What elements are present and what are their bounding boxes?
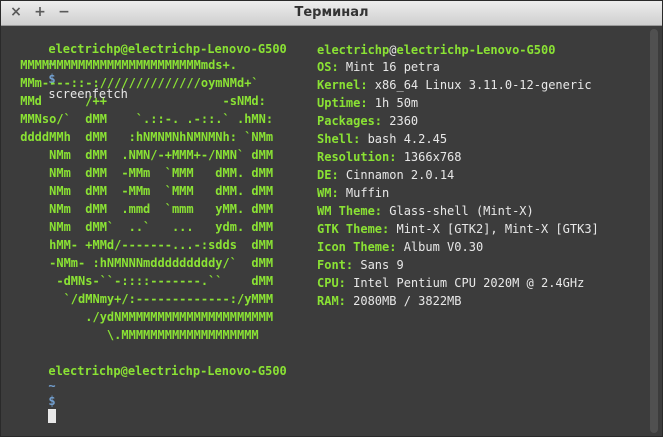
sysinfo-row-de: DE: Cinnamon 2.0.14	[317, 168, 454, 183]
sysinfo-key: WM:	[317, 186, 339, 200]
sysinfo-value: 2360	[382, 114, 419, 128]
sysinfo-row-font: Font: Sans 9	[317, 258, 404, 273]
title-bar[interactable]: × + − Терминал	[1, 1, 662, 26]
sysinfo-value: bash 4.2.45	[360, 132, 448, 146]
sysinfo-value: Mint-X [GTK2], Mint-X [GTK3]	[389, 222, 599, 236]
sysinfo-row-os: OS: Mint 16 petra	[317, 60, 440, 75]
sysinfo-value: 1366x768	[396, 150, 462, 164]
sysinfo-row-shell: Shell: bash 4.2.45	[317, 132, 447, 147]
sysinfo-value: Cinnamon 2.0.14	[338, 168, 455, 182]
prompt-user-host: electrichp@electrichp-Lenovo-G500	[48, 364, 287, 378]
sysinfo-key: WM Theme:	[317, 204, 383, 218]
terminal-output[interactable]: electrichp@electrichp-Lenovo-G500 ~ $ sc…	[5, 27, 644, 434]
sysinfo-value: 1h 50m	[367, 96, 419, 110]
sysinfo-key: Shell:	[317, 132, 361, 146]
sysinfo-key: RAM:	[317, 294, 346, 308]
ascii-art-line: ddddMMh dMM :hNMNMNhNMNMNh: `NMm	[13, 130, 274, 144]
ascii-art-line: MMd /++ -sNMd:	[13, 94, 266, 108]
sysinfo-key: Kernel:	[317, 78, 368, 92]
sysinfo-value: Album V0.30	[396, 240, 484, 254]
prompt-line: electrichp@electrichp-Lenovo-G500 ~ $	[5, 349, 287, 423]
sysinfo-key: GTK Theme:	[317, 222, 390, 236]
sysinfo-row-gtk-theme: GTK Theme: Mint-X [GTK2], Mint-X [GTK3]	[317, 222, 599, 237]
sysinfo-key: Icon Theme:	[317, 240, 397, 254]
sysinfo-key: Uptime:	[317, 96, 368, 110]
prompt-user-host: electrichp@electrichp-Lenovo-G500	[48, 42, 287, 56]
ascii-art-line: NMm dMM` ..` ... ydm. dMM	[13, 220, 274, 234]
sysinfo-row-cpu: CPU: Intel Pentium CPU 2020M @ 2.4GHz	[317, 276, 584, 291]
prompt-line: electrichp@electrichp-Lenovo-G500 ~ $ sc…	[5, 27, 286, 101]
window-title: Терминал	[294, 5, 369, 20]
sysinfo-value: x86_64 Linux 3.11.0-12-generic	[367, 78, 592, 92]
ascii-art-line: NMm dMM .mmd `mmm yMM. dMM	[13, 202, 274, 216]
sysinfo-value: 2080MB / 3822MB	[345, 294, 462, 308]
sysinfo-row-resolution: Resolution: 1366x768	[317, 150, 462, 165]
prompt-tilde: ~	[48, 379, 56, 393]
sysinfo-row-ram: RAM: 2080MB / 3822MB	[317, 294, 462, 309]
sysinfo-key: Resolution:	[317, 150, 397, 164]
terminal-window: × + − Терминал electrichp@electrichp-Len…	[0, 0, 663, 437]
sysinfo-row-icon-theme: Icon Theme: Album V0.30	[317, 240, 483, 255]
sysinfo-row-wm: WM: Muffin	[317, 186, 389, 201]
sysinfo-row-wm-theme: WM Theme: Glass-shell (Mint-X)	[317, 204, 534, 219]
sysinfo-user: electrichp	[317, 43, 390, 57]
sysinfo-row-uptime: Uptime: 1h 50m	[317, 96, 418, 111]
sysinfo-key: Packages:	[317, 114, 383, 128]
sysinfo-key: CPU:	[317, 276, 346, 290]
vertical-scrollbar[interactable]	[647, 27, 661, 435]
text-cursor[interactable]	[48, 409, 57, 423]
ascii-art-line: MMm----::-://////////////oymNMd+`	[13, 76, 259, 90]
sysinfo-value: Muffin	[338, 186, 390, 200]
sysinfo-row-packages: Packages: 2360	[317, 114, 418, 129]
sysinfo-host: electrichp-Lenovo-G500	[396, 43, 556, 57]
prompt-dollar: $	[48, 394, 56, 408]
sysinfo-key: OS:	[317, 60, 339, 74]
sysinfo-value: Glass-shell (Mint-X)	[382, 204, 534, 218]
sysinfo-key: DE:	[317, 168, 339, 182]
ascii-art-line: -dMNs-``-::::-------.`` dMM	[13, 274, 274, 288]
ascii-art-line: MMMMMMMMMMMMMMMMMMMMMMMMMmds+.	[13, 58, 237, 72]
sysinfo-row-kernel: Kernel: x86_64 Linux 3.11.0-12-generic	[317, 78, 592, 93]
sysinfo-key: Font:	[317, 258, 354, 272]
ascii-art-line: NMm dMM -MMm `MMM dMM. dMM	[13, 184, 274, 198]
ascii-art-line: MMNso/` dMM `.::-. .-::.` .hMN:	[13, 112, 274, 126]
ascii-art-line: NMm dMM .NMN/-+MMM+-/NMN` dMM	[13, 148, 274, 162]
ascii-art-line: hMM- +MMd/-------...-:sdds dMM	[13, 238, 274, 252]
sysinfo-user-host: electrichp@electrichp-Lenovo-G500	[317, 43, 555, 58]
ascii-art-line: \.MMMMMMMMMMMMMMMMMMM	[13, 328, 259, 342]
ascii-art-line: -NMm- :hNMNNNmdddddddddy/` dMM	[13, 256, 274, 270]
sysinfo-value: Sans 9	[353, 258, 404, 272]
ascii-art-line: `/dMNmy+/:-------------:/yMMM	[13, 292, 274, 306]
ascii-art-line: ./ydNMMMMMMMMMMMMMMMMMMMMM	[13, 310, 274, 324]
sysinfo-value: Intel Pentium CPU 2020M @ 2.4GHz	[345, 276, 585, 290]
scrollbar-thumb[interactable]	[650, 29, 658, 433]
sysinfo-value: Mint 16 petra	[338, 60, 440, 74]
ascii-art-line: NMm dMM -MMm `MMM dMM. dMM	[13, 166, 274, 180]
